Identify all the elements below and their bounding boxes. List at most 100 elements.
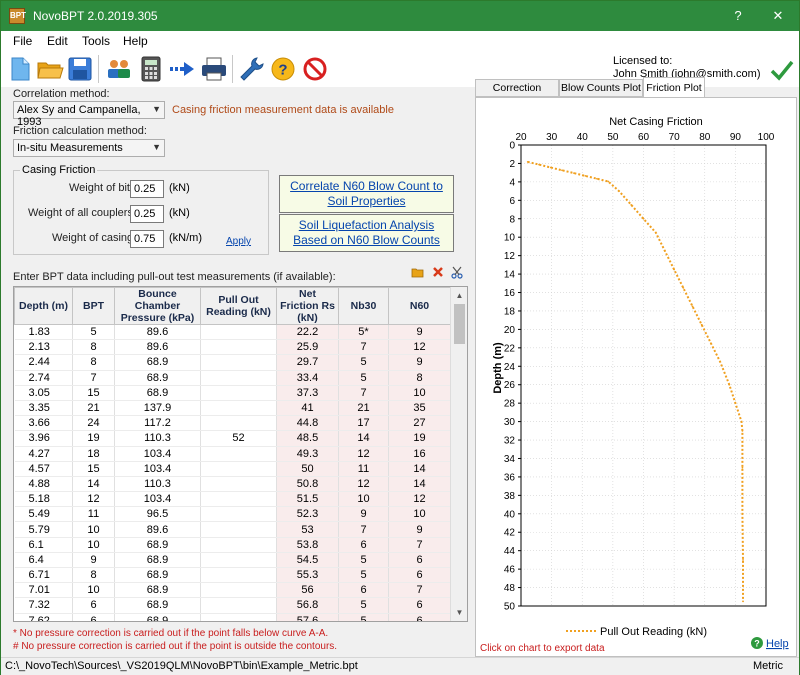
table-row[interactable]: 3.35 21 137.9 41 21 35 — [14, 400, 451, 417]
table-cell[interactable]: 68.9 — [114, 613, 201, 621]
column-header[interactable]: Net Friction Rs (kN) — [276, 287, 339, 325]
table-cell[interactable]: 14 — [388, 461, 451, 477]
correlate-button[interactable]: Correlate N60 Blow Count to Soil Propert… — [279, 175, 454, 213]
table-cell[interactable]: 117.2 — [114, 415, 201, 432]
table-cell[interactable]: 55.3 — [276, 567, 339, 584]
table-cell[interactable]: 103.4 — [114, 461, 201, 477]
table-cell[interactable]: 3.05 — [14, 385, 73, 401]
table-cell[interactable]: 52 — [200, 430, 277, 447]
table-cell[interactable]: 12 — [338, 476, 389, 493]
table-cell[interactable]: 5 — [338, 597, 389, 614]
table-cell[interactable]: 1.83 — [14, 324, 73, 341]
table-cell[interactable]: 5 — [338, 552, 389, 569]
table-row[interactable]: 2.13 8 89.6 25.9 7 12 — [14, 339, 451, 356]
table-cell[interactable]: 96.5 — [114, 506, 201, 523]
table-cell[interactable]: 89.6 — [114, 339, 201, 356]
open-folder-icon[interactable] — [411, 265, 425, 279]
friction-method-select[interactable]: In-situ Measurements ▼ — [13, 139, 165, 157]
table-cell[interactable]: 9 — [388, 521, 451, 538]
correlation-select[interactable]: Alex Sy and Campanella, 1993 ▼ — [13, 101, 165, 128]
table-cell[interactable] — [200, 613, 277, 621]
table-cell[interactable]: 3.35 — [14, 400, 73, 417]
weight-casing-input[interactable]: 0.75 — [130, 230, 164, 248]
table-cell[interactable]: 29.7 — [276, 354, 339, 371]
table-cell[interactable]: 110.3 — [114, 430, 201, 447]
table-cell[interactable]: 7 — [388, 537, 451, 553]
table-cell[interactable]: 7 — [338, 385, 389, 401]
table-cell[interactable]: 53 — [276, 521, 339, 538]
wrench-icon[interactable] — [237, 55, 265, 83]
table-cell[interactable]: 6 — [388, 597, 451, 614]
scroll-thumb[interactable] — [454, 304, 465, 344]
table-row[interactable]: 5.79 10 89.6 53 7 9 — [14, 521, 451, 538]
table-cell[interactable]: 56.8 — [276, 597, 339, 614]
table-cell[interactable]: 10 — [388, 506, 451, 523]
table-cell[interactable]: 9 — [338, 506, 389, 523]
table-cell[interactable]: 25.9 — [276, 339, 339, 356]
open-folder-icon[interactable] — [36, 55, 64, 83]
apply-link[interactable]: Apply — [226, 236, 251, 247]
table-cell[interactable]: 48.5 — [276, 430, 339, 447]
table-row[interactable]: 6.1 10 68.9 53.8 6 7 — [14, 537, 451, 553]
table-cell[interactable]: 17 — [338, 415, 389, 432]
liquefaction-button[interactable]: Soil Liquefaction Analysis Based on N60 … — [279, 214, 454, 252]
table-row[interactable]: 1.83 5 89.6 22.2 5* 9 — [14, 324, 451, 341]
help-link[interactable]: ? Help — [751, 637, 789, 650]
tab-blow-counts-plot[interactable]: Blow Counts Plot — [559, 79, 643, 97]
table-cell[interactable]: 68.9 — [114, 370, 201, 386]
table-row[interactable]: 6.4 9 68.9 54.5 5 6 — [14, 552, 451, 569]
menu-help[interactable]: Help — [123, 34, 148, 48]
table-cell[interactable]: 37.3 — [276, 385, 339, 401]
table-cell[interactable]: 103.4 — [114, 446, 201, 462]
table-cell[interactable]: 52.3 — [276, 506, 339, 523]
table-cell[interactable] — [200, 339, 277, 356]
table-cell[interactable]: 21 — [338, 400, 389, 417]
table-cell[interactable]: 8 — [72, 567, 115, 584]
table-cell[interactable]: 10 — [72, 521, 115, 538]
table-cell[interactable]: 7 — [338, 339, 389, 356]
table-row[interactable]: 6.71 8 68.9 55.3 5 6 — [14, 567, 451, 584]
table-row[interactable]: 4.88 14 110.3 50.8 12 14 — [14, 476, 451, 493]
table-cell[interactable] — [200, 552, 277, 569]
table-cell[interactable]: 68.9 — [114, 597, 201, 614]
table-cell[interactable]: 54.5 — [276, 552, 339, 569]
table-cell[interactable]: 110.3 — [114, 476, 201, 493]
window-close-button[interactable]: ✕ — [763, 6, 793, 26]
table-cell[interactable] — [200, 324, 277, 341]
table-cell[interactable]: 5 — [338, 613, 389, 621]
table-cell[interactable]: 5.79 — [14, 521, 73, 538]
column-header[interactable]: BPT — [72, 287, 115, 325]
table-cell[interactable]: 35 — [388, 400, 451, 417]
table-row[interactable]: 7.62 6 68.9 57.6 5 6 — [14, 613, 451, 621]
column-header[interactable]: N60 — [388, 287, 451, 325]
table-cell[interactable]: 56 — [276, 582, 339, 599]
scroll-down-icon[interactable]: ▼ — [451, 604, 467, 621]
table-cell[interactable]: 103.4 — [114, 491, 201, 508]
scissors-icon[interactable] — [450, 265, 464, 279]
column-header[interactable]: Depth (m) — [14, 287, 73, 325]
table-cell[interactable]: 12 — [72, 491, 115, 508]
table-cell[interactable]: 4.88 — [14, 476, 73, 493]
table-cell[interactable]: 6 — [388, 567, 451, 584]
table-cell[interactable] — [200, 415, 277, 432]
table-cell[interactable]: 12 — [388, 491, 451, 508]
table-cell[interactable]: 8 — [72, 354, 115, 371]
table-cell[interactable]: 5.18 — [14, 491, 73, 508]
table-cell[interactable]: 5 — [338, 370, 389, 386]
table-cell[interactable]: 68.9 — [114, 537, 201, 553]
table-cell[interactable]: 6 — [338, 582, 389, 599]
table-row[interactable]: 5.49 11 96.5 52.3 9 10 — [14, 506, 451, 523]
table-cell[interactable]: 8 — [388, 370, 451, 386]
arrow-right-icon[interactable] — [168, 55, 196, 83]
table-cell[interactable]: 3.96 — [14, 430, 73, 447]
table-cell[interactable]: 50.8 — [276, 476, 339, 493]
table-cell[interactable]: 4.27 — [14, 446, 73, 462]
save-icon[interactable] — [66, 55, 94, 83]
table-cell[interactable]: 16 — [388, 446, 451, 462]
table-cell[interactable]: 22.2 — [276, 324, 339, 341]
table-cell[interactable]: 5.49 — [14, 506, 73, 523]
table-cell[interactable]: 57.6 — [276, 613, 339, 621]
table-cell[interactable] — [200, 537, 277, 553]
tab-friction-plot[interactable]: Friction Plot — [643, 77, 705, 98]
table-cell[interactable]: 21 — [72, 400, 115, 417]
